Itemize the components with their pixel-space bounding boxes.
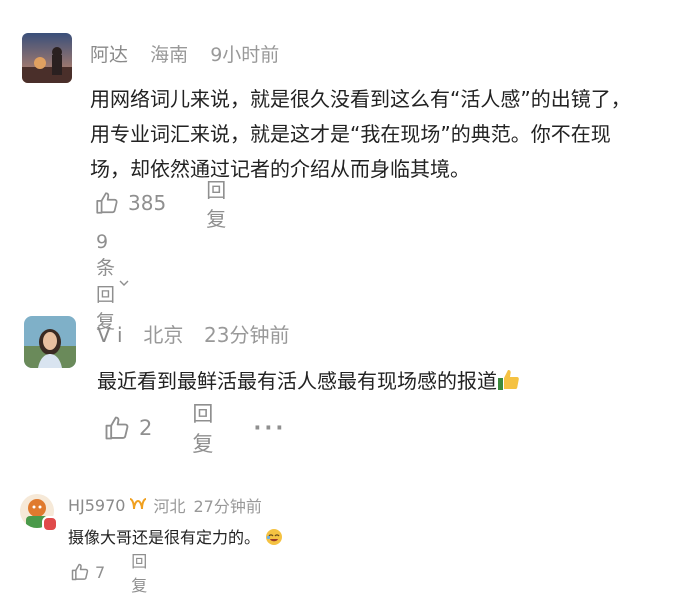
- username[interactable]: V i: [97, 323, 123, 347]
- username[interactable]: HJ5970: [68, 496, 125, 515]
- comment-actions: 7 回复: [70, 552, 147, 595]
- reply-button[interactable]: 回复: [131, 548, 147, 596]
- location: 北京: [143, 323, 184, 347]
- location: 河北: [153, 497, 186, 516]
- comment-meta: 阿达 海南 9小时前: [90, 40, 279, 67]
- username[interactable]: 阿达: [90, 44, 128, 66]
- thumbs-up-icon: [103, 414, 131, 442]
- reply-button[interactable]: 回复: [192, 398, 213, 458]
- timestamp: 23分钟前: [204, 323, 290, 347]
- comment-line: 最近看到最鲜活最有活人感最有现场感的报道: [97, 369, 497, 393]
- comment-actions: 2 回复 ···: [103, 402, 286, 456]
- comment-meta: V i 北京 23分钟前: [97, 319, 290, 348]
- avatar-badge-icon: [42, 516, 58, 532]
- comment-line: 场，却依然通过记者的介绍从而身临其境。: [90, 157, 470, 181]
- comment-text: 用网络词儿来说，就是很久没看到这么有“活人感”的出镜了， 用专业词汇来说，就是这…: [90, 82, 631, 187]
- laughing-emoji-icon: [265, 528, 283, 552]
- like-count: 7: [95, 562, 106, 582]
- like-button[interactable]: 2: [103, 414, 152, 442]
- comment-line: 摄像大哥还是很有定力的。: [68, 528, 261, 547]
- thumbs-up-icon: [94, 190, 120, 216]
- comment-actions: 385 回复: [94, 178, 226, 231]
- comment-line: 用专业词汇来说，就是这才是“我在现场”的典范。你不在现: [90, 122, 611, 146]
- reply-button[interactable]: 回复: [206, 174, 226, 232]
- like-count: 385: [128, 191, 167, 215]
- more-options-button[interactable]: ···: [253, 416, 286, 440]
- comment-line: 用网络词儿来说，就是很久没看到这么有“活人感”的出镜了，: [90, 87, 631, 111]
- chevron-down-icon: [118, 272, 130, 294]
- timestamp: 27分钟前: [193, 497, 262, 516]
- comment-meta: HJ5970 河北 27分钟前: [68, 493, 262, 517]
- thumbs-up-icon: [70, 562, 90, 582]
- location: 海南: [150, 44, 189, 66]
- member-badge-icon: [129, 496, 147, 515]
- comment-text: 最近看到最鲜活最有活人感最有现场感的报道: [97, 366, 521, 399]
- thumbs-up-emoji-icon: [497, 369, 521, 399]
- user-avatar[interactable]: [22, 33, 72, 83]
- like-count: 2: [139, 416, 153, 440]
- user-avatar[interactable]: [24, 316, 76, 368]
- like-button[interactable]: 7: [70, 562, 105, 582]
- like-button[interactable]: 385: [94, 190, 166, 216]
- timestamp: 9小时前: [210, 44, 280, 66]
- comment-text: 摄像大哥还是很有定力的。: [68, 527, 283, 552]
